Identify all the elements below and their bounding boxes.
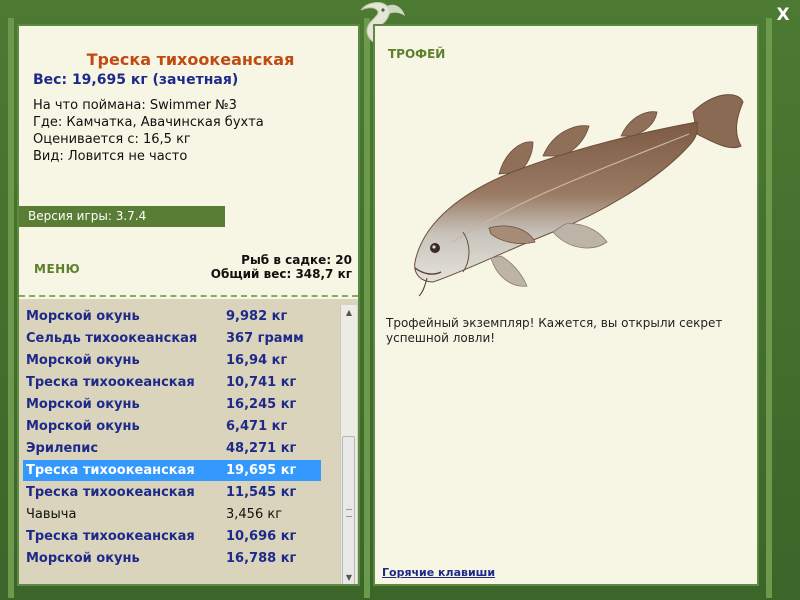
fish-weight-value: 10,696 кг bbox=[226, 529, 297, 544]
fish-weight-value: 16,788 кг bbox=[226, 551, 297, 566]
fish-weight-value: 10,741 кг bbox=[226, 375, 297, 390]
fish-name: Сельдь тихоокеанская bbox=[26, 331, 198, 346]
fish-info: На что поймана: Swimmer №3 Где: Камчатка… bbox=[33, 97, 264, 165]
list-item[interactable]: Треска тихоокеанская 10,696 кг bbox=[23, 526, 321, 547]
grip-icon bbox=[346, 509, 352, 517]
fish-weight-value: 16,94 кг bbox=[226, 353, 288, 368]
fish-name: Треска тихоокеанская bbox=[26, 375, 195, 390]
fish-weight-value: 6,471 кг bbox=[226, 419, 288, 434]
fish-weight-value: 3,456 кг bbox=[226, 507, 283, 522]
cage-stats: Рыб в садке: 20 Общий вес: 348,7 кг bbox=[211, 253, 352, 281]
frame-bar-center bbox=[364, 18, 370, 598]
fish-weight-value: 9,982 кг bbox=[226, 309, 288, 324]
fish-name: Морской окунь bbox=[26, 309, 140, 324]
fish-name: Треска тихоокеанская bbox=[26, 529, 195, 544]
fish-name: Треска тихоокеанская bbox=[26, 485, 195, 500]
close-icon: X bbox=[776, 5, 790, 25]
catch-panel: Треска тихоокеанская Вес: 19,695 кг (зач… bbox=[17, 24, 360, 586]
menu-button[interactable]: МЕНЮ bbox=[34, 262, 80, 276]
fish-weight-value: 48,271 кг bbox=[226, 441, 297, 456]
rated-from: Оценивается с: 16,5 кг bbox=[33, 132, 191, 147]
fish-weight-value: 367 грамм bbox=[226, 331, 304, 346]
scroll-thumb[interactable] bbox=[342, 436, 355, 584]
fish-name: Треска тихоокеанская bbox=[26, 463, 195, 478]
list-item-selected[interactable]: Треска тихоокеанская 19,695 кг bbox=[23, 460, 321, 481]
fish-kind: Вид: Ловится не часто bbox=[33, 149, 188, 164]
fish-count: Рыб в садке: 20 bbox=[241, 253, 352, 267]
frame-bar-right bbox=[766, 18, 772, 598]
fish-weight-value: 19,695 кг bbox=[226, 463, 297, 478]
fish-weight-value: 16,245 кг bbox=[226, 397, 297, 412]
trophy-description: Трофейный экземпляр! Кажется, вы открыли… bbox=[386, 316, 723, 345]
fish-name: Морской окунь bbox=[26, 397, 140, 412]
list-item[interactable]: Морской окунь 9,982 кг bbox=[23, 306, 321, 327]
fish-name: Морской окунь bbox=[26, 419, 140, 434]
list-scrollbar[interactable]: ▲ ▼ bbox=[340, 305, 357, 584]
trophy-heading: ТРОФЕЙ bbox=[388, 47, 446, 61]
game-version: Версия игры: 3.7.4 bbox=[19, 206, 225, 227]
divider bbox=[19, 295, 358, 297]
close-button[interactable]: X bbox=[770, 4, 796, 26]
caught-with: На что поймана: Swimmer №3 bbox=[33, 98, 237, 113]
fish-weight-value: 11,545 кг bbox=[226, 485, 297, 500]
fish-weight: Вес: 19,695 кг (зачетная) bbox=[33, 72, 239, 88]
total-weight: Общий вес: 348,7 кг bbox=[210, 267, 352, 281]
fish-title: Треска тихоокеанская bbox=[86, 50, 295, 69]
chevron-down-icon[interactable]: ▼ bbox=[341, 571, 357, 584]
fish-name: Чавыча bbox=[26, 507, 77, 522]
frame-bar-left bbox=[8, 18, 14, 598]
list-item[interactable]: Треска тихоокеанская 10,741 кг bbox=[23, 372, 321, 393]
list-item[interactable]: Эрилепис 48,271 кг bbox=[23, 438, 321, 459]
fish-name: Морской окунь bbox=[26, 551, 140, 566]
fish-name: Эрилепис bbox=[26, 441, 99, 456]
list-item[interactable]: Морской окунь 16,245 кг bbox=[23, 394, 321, 415]
hotkeys-link[interactable]: Горячие клавиши bbox=[382, 566, 495, 579]
list-item[interactable]: Сельдь тихоокеанская 367 грамм bbox=[23, 328, 321, 349]
catch-list: Морской окунь 9,982 кг Сельдь тихоокеанска… bbox=[19, 299, 358, 584]
location: Где: Камчатка, Авачинская бухта bbox=[33, 115, 264, 130]
list-item[interactable]: Чавыча 3,456 кг bbox=[23, 504, 321, 525]
fish-image bbox=[414, 94, 744, 297]
fish-name: Морской окунь bbox=[26, 353, 140, 368]
trophy-panel: ТРОФЕЙ Трофейный экземпляр! Кажется, вы … bbox=[373, 24, 759, 586]
list-item[interactable]: Морской окунь 6,471 кг bbox=[23, 416, 321, 437]
chevron-up-icon[interactable]: ▲ bbox=[341, 306, 357, 320]
list-item[interactable]: Морской окунь 16,94 кг bbox=[23, 350, 321, 371]
list-item[interactable]: Треска тихоокеанская 11,545 кг bbox=[23, 482, 321, 503]
list-item[interactable]: Морской окунь 16,788 кг bbox=[23, 548, 321, 569]
